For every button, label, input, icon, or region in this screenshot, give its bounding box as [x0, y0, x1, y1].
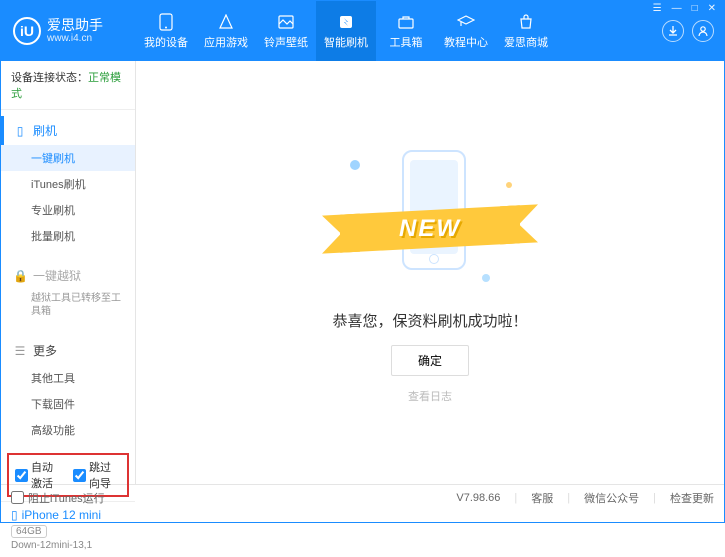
device-phone-icon: ▯ [11, 508, 18, 522]
connection-status: 设备连接状态：正常模式 [1, 61, 135, 110]
toolbox-icon [397, 13, 415, 31]
block-itunes-check[interactable]: 阻止iTunes运行 [11, 490, 105, 506]
sidebar-item-itunes-flash[interactable]: iTunes刷机 [1, 171, 135, 197]
wallpaper-icon [277, 13, 295, 31]
check-skip-guide[interactable]: 跳过向导 [73, 459, 121, 491]
phone-small-icon: ▯ [13, 124, 27, 138]
wechat-link[interactable]: 微信公众号 [584, 490, 639, 506]
sidebar-jailbreak-head[interactable]: 🔒 一键越狱 [1, 261, 135, 290]
nav-tutorials[interactable]: 教程中心 [436, 1, 496, 61]
minimize-icon[interactable]: — [670, 3, 684, 14]
tutorial-icon [457, 13, 475, 31]
service-link[interactable]: 客服 [531, 490, 553, 506]
logo-area: iU 爱思助手 www.i4.cn [1, 1, 136, 61]
view-log-link[interactable]: 查看日志 [408, 388, 452, 404]
flash-icon [337, 13, 355, 31]
sidebar: 设备连接状态：正常模式 ▯ 刷机 一键刷机 iTunes刷机 专业刷机 批量刷机… [1, 61, 136, 484]
apps-icon [217, 13, 235, 31]
check-auto-activate[interactable]: 自动激活 [15, 459, 63, 491]
main-content: NEW 恭喜您，保资料刷机成功啦！ 确定 查看日志 [136, 61, 724, 484]
nav-smart-flash[interactable]: 智能刷机 [316, 1, 376, 61]
sidebar-item-advanced[interactable]: 高级功能 [1, 417, 135, 443]
storage-badge: 64GB [11, 525, 47, 538]
jailbreak-note: 越狱工具已转移至工具箱 [1, 290, 135, 324]
main-nav: 我的设备 应用游戏 铃声壁纸 智能刷机 工具箱 教程中心 爱思商城 [136, 1, 662, 61]
maximize-icon[interactable]: □ [690, 3, 700, 14]
new-ribbon: NEW [340, 205, 520, 252]
close-icon[interactable]: ✕ [706, 3, 718, 14]
device-detail: Down-12mini-13,1 [11, 540, 125, 551]
nav-my-device[interactable]: 我的设备 [136, 1, 196, 61]
ok-button[interactable]: 确定 [391, 345, 469, 376]
sidebar-flash-head[interactable]: ▯ 刷机 [1, 116, 135, 145]
nav-ringtones[interactable]: 铃声壁纸 [256, 1, 316, 61]
success-message: 恭喜您，保资料刷机成功啦！ [332, 310, 527, 331]
logo-icon: iU [13, 17, 41, 45]
download-icon[interactable] [662, 20, 684, 42]
user-icon[interactable] [692, 20, 714, 42]
window-controls: ☰ — □ ✕ [651, 3, 718, 14]
version-label: V7.98.66 [456, 492, 500, 504]
lock-icon: 🔒 [13, 269, 27, 283]
sidebar-item-batch-flash[interactable]: 批量刷机 [1, 223, 135, 249]
sidebar-item-pro-flash[interactable]: 专业刷机 [1, 197, 135, 223]
more-icon: ☰ [13, 344, 27, 358]
phone-icon [157, 13, 175, 31]
sidebar-item-download-firmware[interactable]: 下载固件 [1, 391, 135, 417]
menu-icon[interactable]: ☰ [651, 3, 664, 14]
app-header: ☰ — □ ✕ iU 爱思助手 www.i4.cn 我的设备 应用游戏 铃声壁纸… [1, 1, 724, 61]
nav-toolbox[interactable]: 工具箱 [376, 1, 436, 61]
app-url: www.i4.cn [47, 33, 103, 45]
store-icon [517, 13, 535, 31]
check-update-link[interactable]: 检查更新 [670, 490, 714, 506]
device-name: ▯ iPhone 12 mini [11, 508, 125, 522]
success-illustration: NEW [320, 142, 540, 292]
sidebar-item-other-tools[interactable]: 其他工具 [1, 365, 135, 391]
sidebar-more-head[interactable]: ☰ 更多 [1, 336, 135, 365]
nav-store[interactable]: 爱思商城 [496, 1, 556, 61]
app-title: 爱思助手 [47, 17, 103, 34]
nav-apps[interactable]: 应用游戏 [196, 1, 256, 61]
device-box[interactable]: ▯ iPhone 12 mini 64GB Down-12mini-13,1 [1, 501, 135, 557]
sidebar-item-oneclick-flash[interactable]: 一键刷机 [1, 145, 135, 171]
